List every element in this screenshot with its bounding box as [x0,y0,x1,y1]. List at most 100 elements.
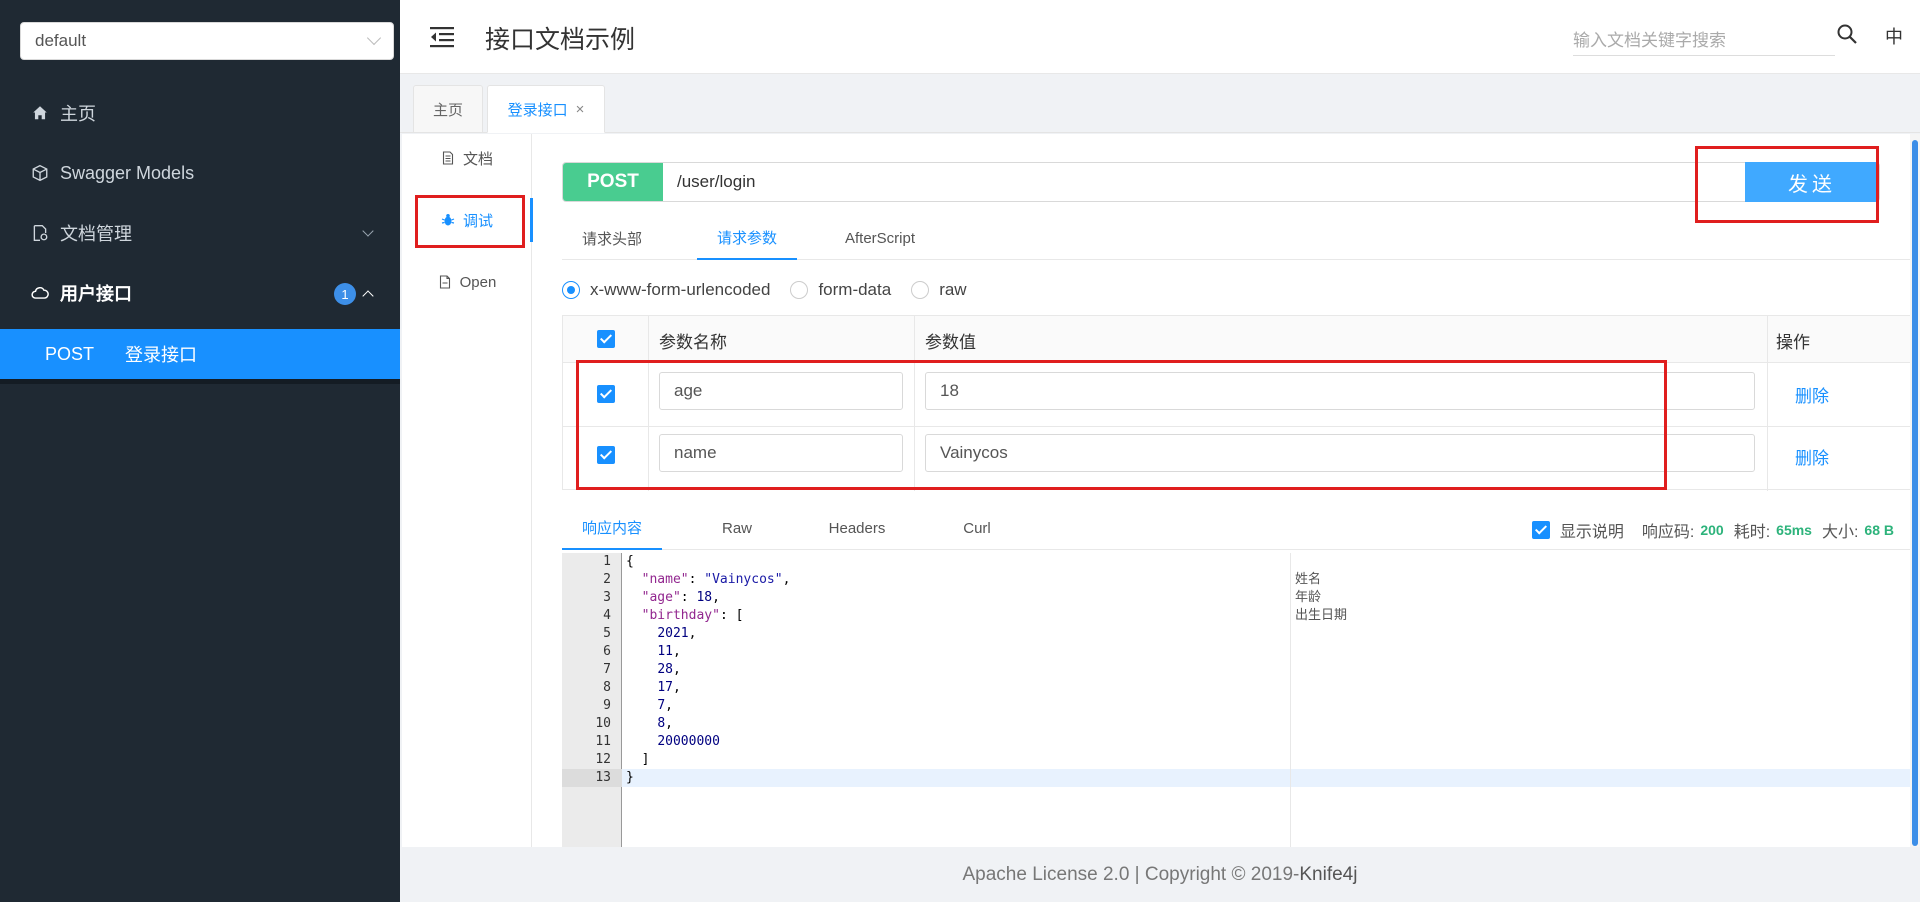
footer-brand: Knife4j [1299,863,1358,885]
url-input[interactable]: /user/login [663,172,755,192]
sidebar-item-label: 文档管理 [60,224,132,244]
line-number: 8 [603,680,611,695]
tab-response-raw[interactable]: Raw [687,506,787,550]
search-icon[interactable] [1835,22,1859,46]
code-line: 11, [657,644,681,659]
tab-label: 登录接口 [507,101,568,119]
count-badge: 1 [334,283,356,305]
nav-label: Open [459,273,497,291]
sidebar-item-label: Swagger Models [60,162,195,183]
line-number: 11 [595,734,611,749]
tab-request-headers[interactable]: 请求头部 [562,216,662,260]
param-value-input[interactable]: 18 [925,372,1755,410]
header-param-name: 参数名称 [659,333,727,352]
description-divider [1290,553,1291,847]
tab-request-params[interactable]: 请求参数 [697,216,797,260]
radio-dot [911,281,930,299]
status-code-value: 200 [1700,522,1724,538]
close-icon[interactable]: × [576,101,585,118]
param-name-input[interactable]: age [659,372,903,410]
debug-main: POST /user/login 发送 请求头部 请求参数 AfterScrip… [562,134,1913,847]
time-value: 65ms [1776,522,1812,538]
response-meta: 显示说明 响应码: 200 耗时: 65ms 大小: 68 B [1531,518,1894,542]
response-code-editor[interactable]: 1 2 3 4 5 6 7 8 9 10 11 12 13 { "name": … [562,553,1912,847]
radio-urlencoded[interactable]: x-www-form-urlencoded [562,280,770,300]
radio-form-data[interactable]: form-data [790,280,891,300]
line-gutter: 1 2 3 4 5 6 7 8 9 10 11 12 13 [562,553,622,847]
code-line: 28, [657,662,681,677]
code-line: 20000000 [657,734,720,749]
nav-doc[interactable]: 文档 [402,138,532,178]
row-checkbox[interactable] [597,385,615,403]
sidebar-item-home[interactable]: 主页 [0,85,400,141]
row-checkbox[interactable] [597,446,615,464]
select-all-checkbox[interactable] [597,330,615,348]
code-line: 2021, [657,626,697,641]
file-icon [439,275,450,289]
param-name-input[interactable]: name [659,434,903,472]
radio-label: form-data [818,280,892,299]
group-select-value: default [35,31,87,50]
menu-fold-icon[interactable] [430,26,454,48]
radio-dot [790,281,809,299]
sidebar-subitem-login[interactable]: POST 登录接口 [0,329,400,379]
param-value-input[interactable]: Vainycos [925,434,1755,472]
page-tabs: 主页 登录接口 × [400,75,1920,133]
line-number: 2 [603,572,611,587]
delete-link[interactable]: 删除 [1795,444,1829,469]
line-number: 7 [603,662,611,677]
column-divider [914,316,915,491]
code-line: { [626,554,634,569]
scrollbar-thumb[interactable] [1912,140,1918,846]
cube-icon [30,163,50,183]
group-select[interactable]: default [20,22,394,60]
header-param-value: 参数值 [925,333,976,352]
submenu-divider [0,379,400,384]
header-action: 操作 [1776,333,1810,352]
tab-home[interactable]: 主页 [413,85,483,133]
line-number: 3 [603,590,611,605]
language-toggle[interactable]: 中 [1885,23,1903,49]
table-header [563,316,1913,363]
doc-side-nav: 文档 调试 Open [402,134,533,847]
tab-after-script[interactable]: AfterScript [820,216,940,260]
nav-debug[interactable]: 调试 [402,200,532,240]
footer-text: Apache License 2.0 | Copyright © 2019- [962,863,1300,885]
document-icon [442,151,454,165]
sidebar-item-swagger-models[interactable]: Swagger Models [0,145,400,201]
line-number: 13 [595,770,611,785]
field-description: 姓名 [1295,572,1322,587]
search-input[interactable]: 输入文档关键字搜索 [1573,18,1835,56]
code-line: } [626,770,634,785]
content-panel: 文档 调试 Open POST /user/login 发送 请求头部 请求参数… [402,134,1913,847]
tab-response-content[interactable]: 响应内容 [562,506,662,550]
active-line-highlight [622,769,1912,787]
field-description: 出生日期 [1295,608,1348,623]
show-desc-label: 显示说明 [1559,524,1624,541]
param-table: 参数名称 参数值 操作 age 18 删除 name Vainycos 删除 [562,315,1913,491]
nav-label: 调试 [462,212,493,230]
tab-login-api[interactable]: 登录接口 × [487,85,605,133]
doc-settings-icon [30,223,50,243]
size-label: 大小: [1821,524,1859,541]
show-desc-checkbox[interactable] [1531,521,1550,539]
home-icon [30,103,50,123]
top-header: 接口文档示例 输入文档关键字搜索 中 [400,0,1920,74]
radio-raw[interactable]: raw [911,280,967,300]
footer: Apache License 2.0 | Copyright © 2019- Kn… [400,847,1920,902]
sidebar-item-user-api[interactable]: 用户接口 1 [0,265,400,321]
response-tabs: 响应内容 Raw Headers Curl 显示说明 响应码: 200 耗时: … [562,506,1912,550]
send-button[interactable]: 发送 [1745,162,1879,202]
line-number: 6 [603,644,611,659]
tab-response-curl[interactable]: Curl [927,506,1027,550]
content-type-group: x-www-form-urlencoded form-data raw [562,280,987,300]
status-code-label: 响应码: [1641,524,1695,541]
sidebar-item-doc-management[interactable]: 文档管理 [0,205,400,261]
tab-response-headers[interactable]: Headers [792,506,922,550]
nav-open[interactable]: Open [402,262,532,302]
tab-label: 主页 [432,101,463,119]
vertical-scrollbar[interactable] [1910,134,1920,847]
size-value: 68 B [1864,522,1894,538]
code-line: 7, [657,698,673,713]
delete-link[interactable]: 删除 [1795,382,1829,407]
